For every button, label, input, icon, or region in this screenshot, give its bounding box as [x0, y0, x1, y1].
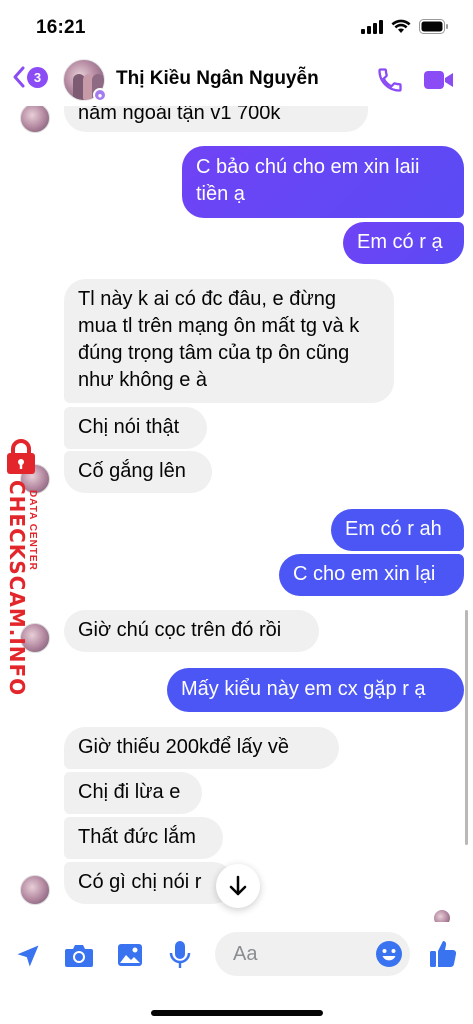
location-button[interactable]: [14, 942, 42, 975]
message-bubble[interactable]: Có gì chị nói r: [64, 862, 234, 904]
watermark: CHECKSCAM.INFO DATA CENTER: [2, 438, 46, 696]
camera-button[interactable]: [64, 942, 94, 973]
back-button[interactable]: 3: [12, 65, 48, 89]
chat-header: 3 ● Thị Kiều Ngân Nguyễn: [0, 52, 473, 106]
emoji-icon: [376, 941, 402, 967]
composer-bar: Aa: [0, 922, 473, 1024]
message-bubble[interactable]: Em có r ạ: [343, 222, 464, 264]
message-bubble[interactable]: Em có r ah: [331, 509, 464, 551]
thumbs-up-icon: [430, 941, 457, 967]
contact-name[interactable]: Thị Kiều Ngân Nguyễn: [116, 68, 319, 90]
watermark-sub-text: DATA CENTER: [27, 490, 38, 571]
status-badge: ●: [93, 88, 107, 102]
watermark-main-text: CHECKSCAM.INFO: [5, 480, 29, 697]
voice-button[interactable]: [169, 940, 191, 975]
arrow-down-icon: [229, 875, 247, 896]
message-bubble[interactable]: Chị nói thật: [64, 407, 207, 449]
message-bubble[interactable]: Giờ thiếu 200kđể lấy về: [64, 727, 339, 769]
audio-call-button[interactable]: [376, 66, 404, 99]
camera-icon: [65, 945, 93, 967]
message-bubble[interactable]: Thất đức lắm: [64, 817, 223, 859]
microphone-icon: [169, 941, 191, 968]
phone-icon: [378, 68, 402, 92]
sender-avatar[interactable]: [20, 875, 50, 905]
message-bubble[interactable]: Chị đi lừa e: [64, 772, 202, 814]
message-input[interactable]: Aa: [215, 932, 410, 976]
gallery-button[interactable]: [117, 943, 143, 972]
scroll-to-bottom-button[interactable]: [216, 864, 260, 908]
emoji-button[interactable]: [375, 940, 403, 973]
video-call-button[interactable]: [423, 68, 455, 97]
location-arrow-icon: [17, 945, 39, 967]
scrollbar[interactable]: [465, 610, 468, 845]
message-bubble[interactable]: Tl này k ai có đc đâu, e đừng mua tl trê…: [64, 279, 394, 403]
chevron-left-icon: [13, 66, 25, 88]
message-bubble[interactable]: C cho em xin lại: [279, 554, 464, 596]
lock-icon: [7, 439, 35, 474]
message-bubble[interactable]: Giờ chú cọc trên đó rồi: [64, 610, 319, 652]
message-bubble[interactable]: Mấy kiểu này em cx gặp r ạ: [167, 668, 464, 712]
message-bubble[interactable]: C bảo chú cho em xin laii tiền ạ: [182, 146, 464, 218]
unread-count-badge: 3: [27, 66, 48, 88]
image-icon: [118, 944, 142, 966]
message-input-placeholder: Aa: [233, 943, 258, 965]
sender-avatar[interactable]: [20, 103, 50, 133]
message-bubble[interactable]: Cố gắng lên: [64, 451, 212, 493]
like-button[interactable]: [428, 939, 458, 974]
home-indicator: [151, 1010, 323, 1016]
video-camera-icon: [424, 71, 453, 89]
